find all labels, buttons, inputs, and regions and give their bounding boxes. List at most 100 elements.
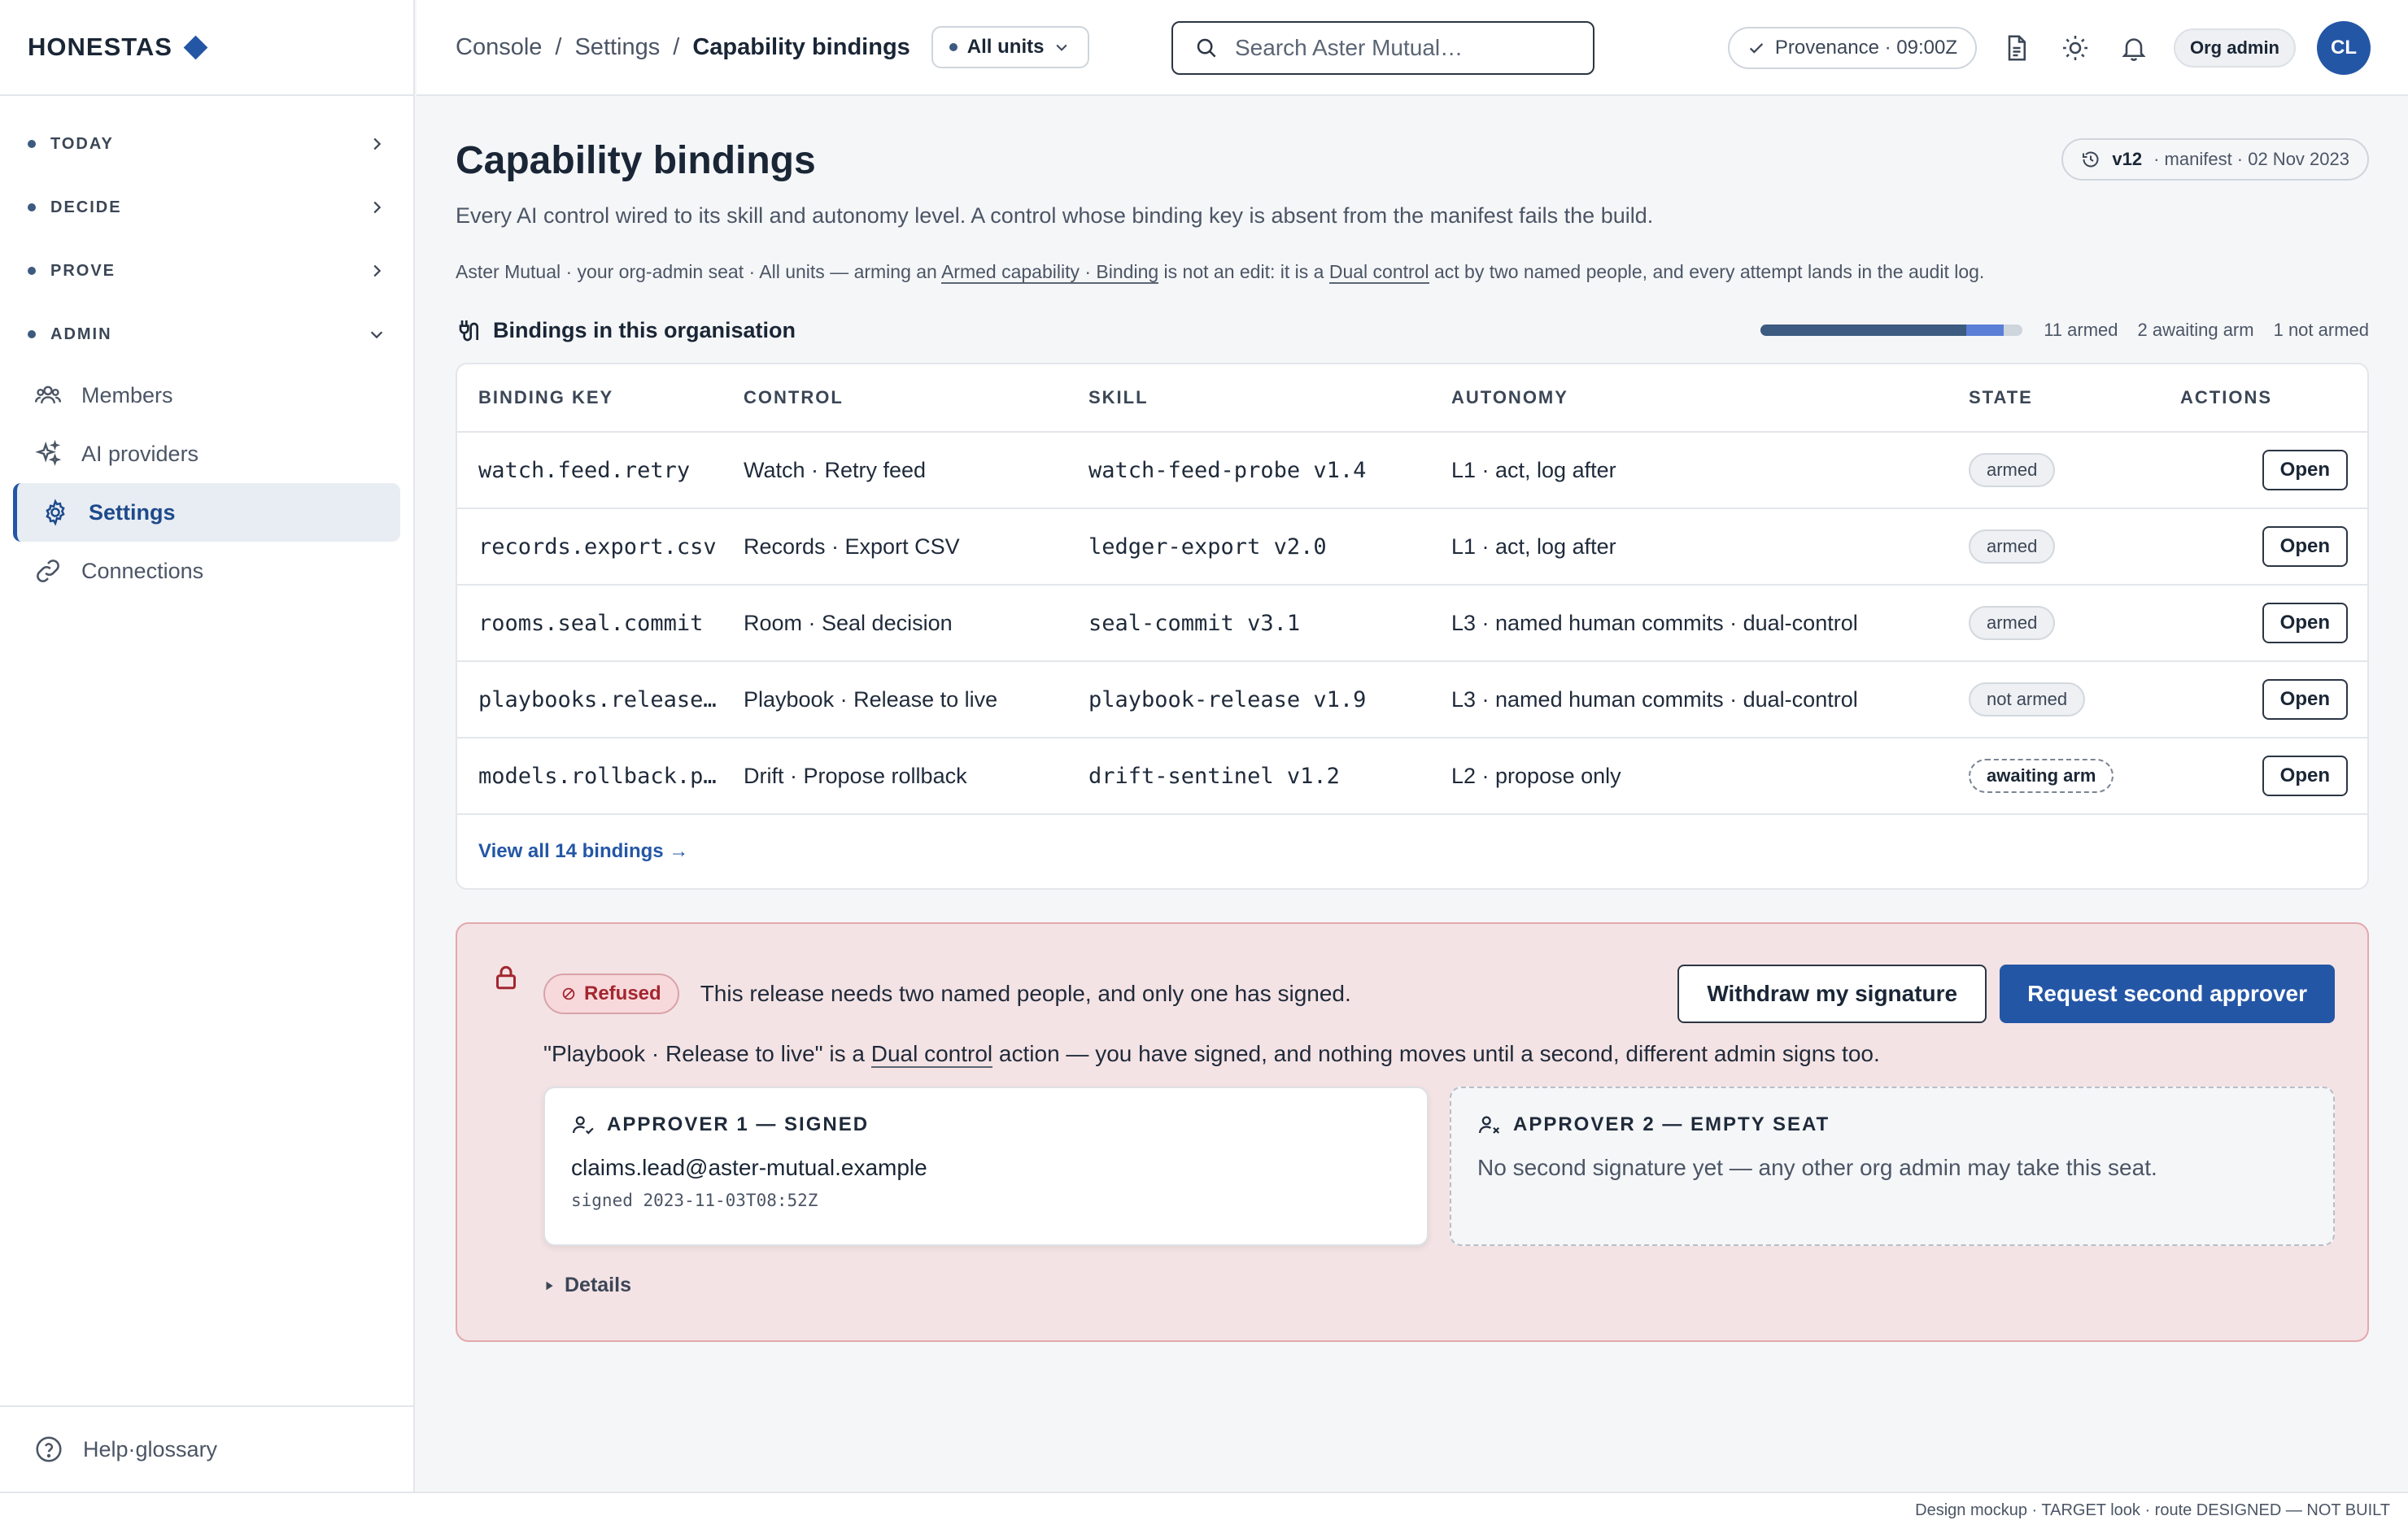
autonomy-level: L2 · propose only [1451, 763, 1621, 788]
chevron-down-icon [370, 331, 383, 339]
control-name: Drift · Propose rollback [744, 763, 967, 788]
column-header-autonomy[interactable]: AUTONOMY [1451, 387, 1969, 408]
chevron-right-icon [373, 264, 382, 277]
state-badge: armed [1969, 529, 2056, 564]
unit-select[interactable]: All units [931, 26, 1090, 68]
approver-2-card[interactable]: APPROVER 2 — EMPTY SEAT No second signat… [1450, 1087, 2335, 1246]
table-row: models.rollback.p… Drift · Propose rollb… [457, 738, 2367, 815]
skill-name: drift-sentinel v1.2 [1088, 763, 1340, 789]
link-icon [37, 560, 59, 582]
avatar[interactable]: CL [2317, 21, 2371, 75]
approver-2-heading-text: APPROVER 2 — EMPTY SEAT [1513, 1113, 1830, 1135]
logo-row: HONESTAS [0, 0, 413, 96]
breadcrumb: Console / Settings / Capability bindings [456, 34, 910, 61]
state-badge: awaiting arm [1969, 759, 2114, 793]
refused-actions: Withdraw my signature Request second app… [1677, 965, 2335, 1023]
nav-group-decide[interactable]: DECIDE [0, 176, 413, 239]
user-check-icon [573, 1116, 594, 1135]
skill-name: playbook-release v1.9 [1088, 686, 1367, 712]
open-button[interactable]: Open [2262, 450, 2348, 490]
control-name: Records · Export CSV [744, 534, 960, 559]
control-name: Playbook · Release to live [744, 686, 998, 712]
table-row: watch.feed.retry Watch · Retry feed watc… [457, 433, 2367, 509]
provenance-badge[interactable]: Provenance · 09:00Z [1727, 27, 1977, 69]
chevron-right-icon [373, 137, 382, 150]
theme-toggle-button[interactable] [2057, 29, 2094, 67]
document-button[interactable] [1998, 29, 2035, 67]
block-icon [562, 987, 575, 1000]
dot-icon [949, 43, 958, 51]
bindings-table: BINDING KEY CONTROL SKILL AUTONOMY STATE… [456, 363, 2369, 890]
table-header: BINDING KEY CONTROL SKILL AUTONOMY STATE… [457, 364, 2367, 433]
manifest-meta: · manifest · 02 Nov 2023 [2153, 149, 2349, 169]
details-toggle[interactable]: Details [543, 1274, 631, 1297]
breadcrumb-console[interactable]: Console [456, 34, 542, 61]
column-header-binding-key[interactable]: BINDING KEY [457, 387, 744, 408]
context-text: act by two named people, and every attem… [1429, 261, 1985, 282]
history-icon [2083, 151, 2099, 168]
manifest-badge[interactable]: v12 · manifest · 02 Nov 2023 [2061, 138, 2369, 181]
sidebar-item-ai-providers[interactable]: AI providers [13, 425, 400, 483]
sidebar-nav: TODAY DECIDE PROVE ADMIN Members AI prov… [0, 96, 413, 600]
approver-2-heading: APPROVER 2 — EMPTY SEAT [1477, 1113, 2307, 1137]
open-button[interactable]: Open [2262, 603, 2348, 643]
approver-2-text: No second signature yet — any other org … [1477, 1155, 2157, 1180]
title-row: Capability bindings v12 · manifest · 02 … [456, 138, 2369, 190]
nav-group-label: TODAY [50, 134, 114, 153]
sidebar-item-label: AI providers [81, 441, 199, 466]
table-row: playbooks.release… Playbook · Release to… [457, 662, 2367, 738]
nav-group-today[interactable]: TODAY [0, 112, 413, 176]
withdraw-signature-button[interactable]: Withdraw my signature [1677, 965, 1987, 1023]
plug-icon [459, 320, 478, 342]
nav-group-label: DECIDE [50, 198, 122, 216]
skill-name: ledger-export v2.0 [1088, 534, 1327, 560]
bindings-section-header: Bindings in this organisation 11 armed 2… [456, 314, 2369, 346]
sidebar-item-label: Connections [81, 558, 204, 583]
nav-group-prove[interactable]: PROVE [0, 239, 413, 303]
sun-icon [2062, 36, 2087, 60]
glossary-link-armed-capability[interactable]: Armed capability · Binding [940, 261, 1159, 284]
glossary-link-dual-control[interactable]: Dual control [1328, 261, 1429, 284]
skill-name: watch-feed-probe v1.4 [1088, 457, 1367, 483]
binding-key: rooms.seal.commit [478, 610, 704, 636]
search-input[interactable]: Search Aster Mutual… [1171, 21, 1594, 75]
skill-name: seal-commit v3.1 [1088, 610, 1301, 636]
open-button[interactable]: Open [2262, 756, 2348, 796]
open-button[interactable]: Open [2262, 679, 2348, 720]
nav-group-label: PROVE [50, 261, 116, 280]
state-badge: armed [1969, 453, 2056, 487]
table-row: rooms.seal.commit Room · Seal decision s… [457, 586, 2367, 662]
view-all-bindings-link[interactable]: View all 14 bindings → [457, 815, 2367, 888]
brand-logo[interactable]: HONESTAS [28, 33, 208, 62]
column-header-state[interactable]: STATE [1969, 387, 2180, 408]
request-second-approver-button[interactable]: Request second approver [2000, 965, 2335, 1023]
chevron-down-icon [1056, 44, 1068, 51]
column-header-skill[interactable]: SKILL [1088, 387, 1451, 408]
help-circle-icon [36, 1436, 62, 1462]
table-row: records.export.csv Records · Export CSV … [457, 509, 2367, 586]
help-glossary-link[interactable]: Help·glossary [0, 1405, 413, 1492]
chevron-right-icon [373, 201, 382, 214]
bindings-progress-bar [1760, 325, 2023, 336]
role-badge[interactable]: Org admin [2173, 28, 2296, 68]
refused-badge: Refused [543, 974, 679, 1014]
user-x-icon [1479, 1116, 1500, 1134]
context-note: Aster Mutual · your org-admin seat · All… [456, 261, 2369, 284]
main-content: Capability bindings v12 · manifest · 02 … [456, 96, 2369, 1342]
notifications-button[interactable] [2115, 29, 2153, 67]
glossary-link-dual-control[interactable]: Dual control [870, 1041, 993, 1068]
design-footnote: Design mockup · TARGET look · route DESI… [1915, 1501, 2390, 1519]
nav-group-admin[interactable]: ADMIN [0, 303, 413, 366]
autonomy-level: L1 · act, log after [1451, 457, 1616, 482]
column-header-control[interactable]: CONTROL [744, 387, 1088, 408]
sidebar-item-connections[interactable]: Connections [13, 542, 400, 600]
sidebar-item-settings[interactable]: Settings [13, 483, 400, 542]
open-button[interactable]: Open [2262, 526, 2348, 567]
topbar: Console / Settings / Capability bindings… [417, 0, 2408, 96]
binding-key: models.rollback.p… [478, 763, 717, 789]
check-icon [1749, 43, 1763, 54]
users-icon [34, 386, 62, 404]
sidebar-item-members[interactable]: Members [13, 366, 400, 425]
breadcrumb-separator: / [555, 33, 562, 60]
breadcrumb-settings[interactable]: Settings [574, 34, 660, 61]
